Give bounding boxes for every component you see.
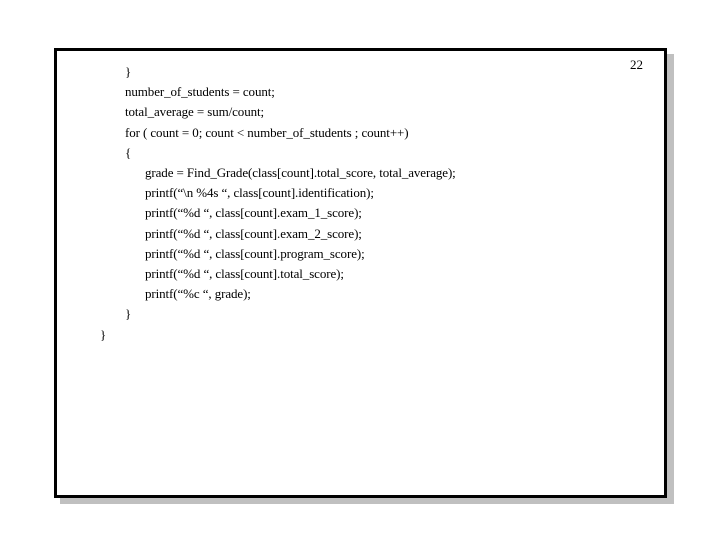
code-line: total_average = sum/count; (125, 104, 265, 120)
code-line: } (125, 306, 132, 322)
code-line: printf(“%d “, class[count].program_score… (145, 245, 365, 261)
code-line: { (125, 144, 132, 160)
page-number: 22 (630, 57, 643, 72)
code-line: printf(“%d “, class[count].exam_1_score)… (145, 205, 362, 221)
code-line: printf(“\n %4s “, class[count].identific… (145, 185, 374, 201)
code-line: printf(“%d “, class[count].total_score); (145, 266, 344, 281)
code-line: } (125, 64, 132, 79)
code-line: number_of_students = count; (125, 84, 275, 100)
code-line: } (100, 326, 107, 342)
code-line: printf(“%c “, grade); (145, 286, 251, 302)
code-line: for ( count = 0; count < number_of_stude… (125, 124, 409, 140)
code-line: grade = Find_Grade(class[count].total_sc… (145, 165, 456, 180)
code-line: printf(“%d “, class[count].exam_2_score)… (145, 225, 362, 241)
